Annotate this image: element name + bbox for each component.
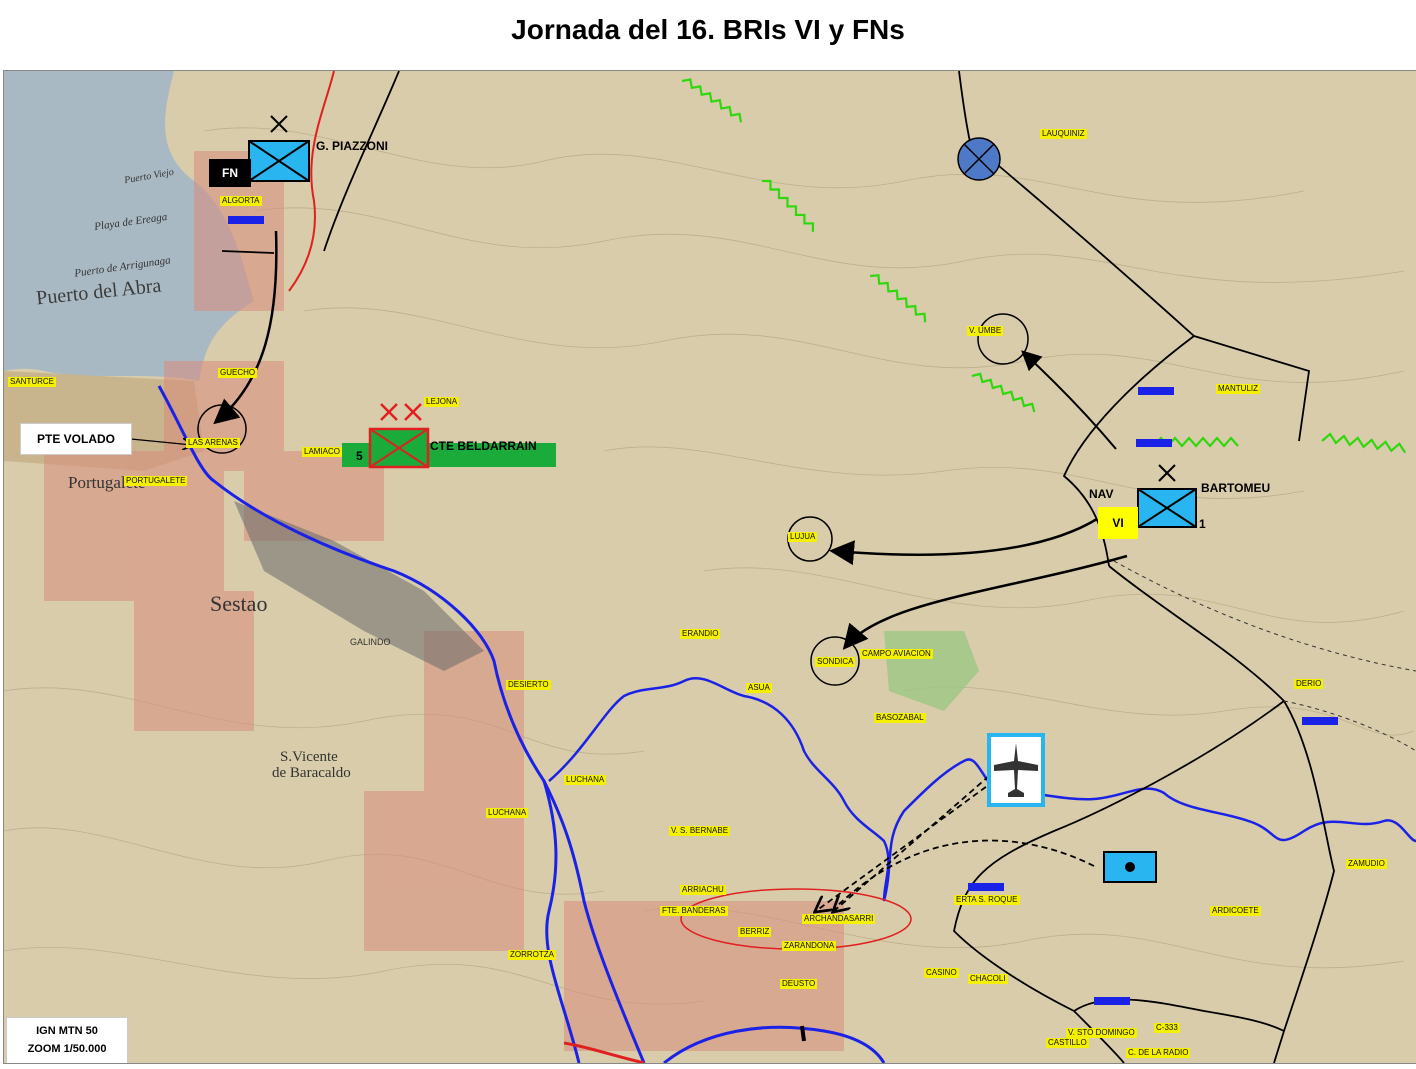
label-berriz: BERRIZ	[738, 927, 772, 937]
map-title: Jornada del 16. BRIs VI y FNs	[511, 14, 905, 45]
label-v-umbe: V. UMBE	[967, 326, 1004, 336]
label-algorta: ALGORTA	[220, 196, 262, 206]
label-arriachu: ARRIACHU	[680, 885, 726, 895]
map-area[interactable]: Puerto del Abra Playa de Ereaga Puerto d…	[3, 70, 1416, 1064]
vi-tag: VI	[1098, 507, 1138, 539]
s-vicente-map-text: S.Vicente	[280, 749, 338, 765]
label-las-arenas: LAS ARENAS	[186, 438, 240, 448]
label-lejona: LEJONA	[424, 397, 460, 407]
airplane-icon	[987, 733, 1045, 807]
label-casino: CASINO	[924, 968, 959, 978]
label-derio: DERIO	[1294, 679, 1324, 689]
label-ardicoete: ARDICOETE	[1210, 906, 1261, 916]
bridge-mark	[800, 1025, 806, 1042]
label-lauquiniz: LAUQUINIZ	[1040, 129, 1087, 139]
label-deusto: DEUSTO	[780, 979, 818, 989]
bartomeu-number: 1	[1199, 517, 1206, 531]
label-desierto: DESIERTO	[506, 680, 551, 690]
source-line-1: IGN MTN 50	[36, 1025, 98, 1037]
label-luchana-1: LUCHANA	[564, 775, 607, 785]
label-c-333: C-333	[1154, 1023, 1180, 1033]
bartomeu-name: BARTOMEU	[1201, 481, 1271, 495]
artillery-icon	[1103, 851, 1157, 883]
blue-marker	[1136, 439, 1172, 447]
label-basozabal: BASOZABAL	[874, 713, 926, 723]
beldarrain-number: 5	[356, 449, 363, 463]
label-zarandona: ZARANDONA	[782, 941, 837, 951]
blue-marker	[1302, 717, 1338, 725]
headquarters-circle-icon	[957, 137, 1001, 181]
label-c-de-la-radio: C. DE LA RADIO	[1126, 1048, 1191, 1058]
piazzoni-name: G. PIAZZONI	[316, 139, 388, 153]
bartomeu-nav: NAV	[1089, 487, 1114, 501]
label-portugalete: PORTUGALETE	[124, 476, 188, 486]
fn-tag: FN	[209, 159, 251, 187]
label-campo-aviacion: CAMPO AVIACION	[860, 649, 933, 659]
label-mantuliz: MANTULIZ	[1216, 384, 1260, 394]
label-erta-s-roque: ERTA S. ROQUE	[954, 895, 1020, 905]
blue-marker	[968, 883, 1004, 891]
label-zamudio: ZAMUDIO	[1346, 859, 1387, 869]
label-v-s-bernabe: V. S. BERNABE	[669, 826, 731, 836]
label-fte-banderas: FTE. BANDERAS	[660, 906, 728, 916]
beldarrain-name: CTE BELDARRAIN	[430, 439, 537, 453]
label-castillo: CASTILLO	[1046, 1038, 1089, 1048]
label-santurce: SANTURCE	[8, 377, 57, 387]
label-luchana-2: LUCHANA	[486, 808, 529, 818]
label-erandio: ERANDIO	[680, 629, 721, 639]
label-v-sto-domingo: V. STO DOMINGO	[1066, 1028, 1137, 1038]
source-line-2: ZOOM 1/50.000	[27, 1043, 107, 1055]
de-baracaldo-map-text: de Baracaldo	[272, 765, 351, 781]
sestao-map-text: Sestao	[210, 591, 268, 616]
label-archandasarri: ARCHANDASARRI	[802, 914, 876, 924]
label-guecho: GUECHO	[218, 368, 258, 378]
label-chacoli: CHACOLI	[968, 974, 1008, 984]
label-sondica: SONDICA	[815, 657, 856, 667]
pte-volado-callout: PTE VOLADO	[20, 423, 132, 455]
label-zorrotza: ZORROTZA	[508, 950, 556, 960]
blue-marker	[228, 216, 264, 224]
bartomeu-unit-symbol	[1137, 488, 1197, 528]
galindo-map-text: GALINDO	[350, 637, 391, 647]
label-lujua: LUJUA	[788, 532, 818, 542]
label-asua: ASUA	[746, 683, 772, 693]
blue-marker	[1094, 997, 1130, 1005]
label-lamiaco: LAMIACO	[302, 447, 343, 457]
piazzoni-unit-symbol	[248, 140, 310, 182]
source-note: IGN MTN 50 ZOOM 1/50.000	[6, 1017, 128, 1063]
blue-marker	[1138, 387, 1174, 395]
